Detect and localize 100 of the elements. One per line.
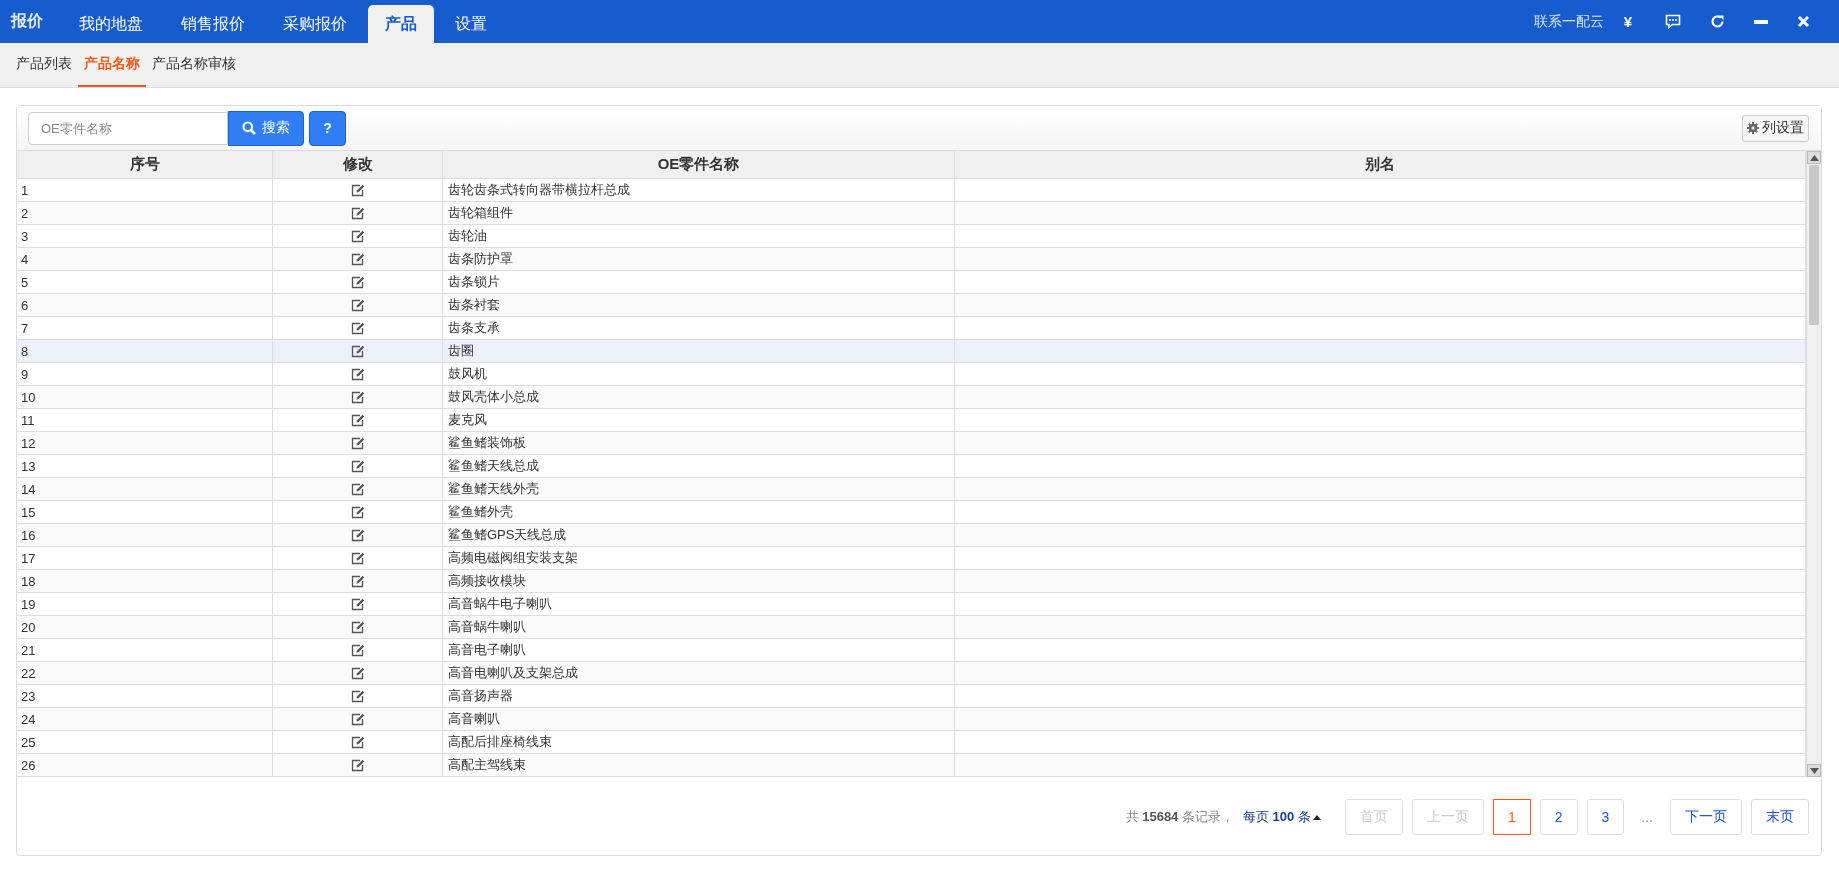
table-cell: 鲨鱼鳍天线总成 [443,455,955,477]
vertical-scrollbar[interactable] [1806,151,1821,777]
table-cell: 13 [17,455,273,477]
table-row[interactable]: 2 齿轮箱组件 [17,202,1806,225]
edit-icon[interactable] [350,206,365,220]
table-row[interactable]: 1 齿轮齿条式转向器带横拉杆总成 [17,179,1806,202]
edit-icon[interactable] [350,758,365,772]
help-button[interactable]: ? [309,110,346,146]
nav-tab[interactable]: 设置 [438,5,504,43]
table-row[interactable]: 5 齿条锁片 [17,271,1806,294]
nav-tab[interactable]: 销售报价 [164,5,262,43]
table-row[interactable]: 18 高频接收模块 [17,570,1806,593]
table-row[interactable]: 3 齿轮油 [17,225,1806,248]
table-cell: 5 [17,271,273,293]
table-cell: 高音电喇叭及支架总成 [443,662,955,684]
edit-icon[interactable] [350,574,365,588]
edit-icon[interactable] [350,712,365,726]
table-cell: 21 [17,639,273,661]
table-cell: 齿条锁片 [443,271,955,293]
table-row[interactable]: 11 麦克风 [17,409,1806,432]
table-row[interactable]: 17 高频电磁阀组安装支架 [17,547,1806,570]
table-cell: 14 [17,478,273,500]
table-row[interactable]: 13 鲨鱼鳍天线总成 [17,455,1806,478]
edit-icon[interactable] [350,551,365,565]
scrollbar-thumb[interactable] [1809,165,1819,325]
sub-tab[interactable]: 产品列表 [10,43,78,87]
edit-icon[interactable] [350,344,365,358]
table-row[interactable]: 26 高配主驾线束 [17,754,1806,777]
edit-icon[interactable] [350,505,365,519]
page-button[interactable]: 末页 [1751,799,1809,835]
table-cell: 鲨鱼鳍外壳 [443,501,955,523]
page-button[interactable]: 3 [1586,799,1625,835]
table-row[interactable]: 15 鲨鱼鳍外壳 [17,501,1806,524]
table-row[interactable]: 22 高音电喇叭及支架总成 [17,662,1806,685]
table-row[interactable]: 23 高音扬声器 [17,685,1806,708]
search-button[interactable]: 搜索 [228,110,304,146]
table-row[interactable]: 24 高音喇叭 [17,708,1806,731]
column-settings-button[interactable]: 列设置 [1742,114,1809,142]
table-cell: 高音喇叭 [443,708,955,730]
nav-tab[interactable]: 采购报价 [266,5,364,43]
nav-tab[interactable]: 产品 [368,5,434,43]
edit-icon[interactable] [350,597,365,611]
contact-link[interactable]: 联系一配云 [1533,12,1604,31]
edit-icon[interactable] [350,413,365,427]
table-row[interactable]: 10 鼓风壳体小总成 [17,386,1806,409]
table-cell: 鼓风机 [443,363,955,385]
edit-icon[interactable] [350,666,365,680]
table-row[interactable]: 16 鲨鱼鳍GPS天线总成 [17,524,1806,547]
table-row[interactable]: 19 高音蜗牛电子喇叭 [17,593,1806,616]
search-field[interactable]: OE零件名称 [28,111,228,145]
table-cell: 高音电子喇叭 [443,639,955,661]
table-row[interactable]: 7 齿条支承 [17,317,1806,340]
table-cell: 高音蜗牛电子喇叭 [443,593,955,615]
edit-icon[interactable] [350,252,365,266]
currency-button[interactable]: ¥ [1623,13,1632,30]
table-row[interactable]: 14 鲨鱼鳍天线外壳 [17,478,1806,501]
scroll-up-icon[interactable] [1807,151,1821,164]
edit-icon[interactable] [350,735,365,749]
edit-icon[interactable] [350,528,365,542]
edit-icon[interactable] [350,298,365,312]
table-cell: 齿轮箱组件 [443,202,955,224]
sub-tab[interactable]: 产品名称审核 [146,43,242,87]
chat-icon[interactable] [1665,14,1681,29]
edit-icon[interactable] [350,275,365,289]
edit-icon[interactable] [350,321,365,335]
table-row[interactable]: 6 齿条衬套 [17,294,1806,317]
edit-icon[interactable] [350,183,365,197]
edit-icon[interactable] [350,436,365,450]
edit-icon[interactable] [350,643,365,657]
edit-icon[interactable] [350,482,365,496]
edit-icon[interactable] [350,689,365,703]
edit-icon[interactable] [350,620,365,634]
search-icon [242,121,256,135]
nav-tab[interactable]: 我的地盘 [62,5,160,43]
table-cell: 1 [17,179,273,201]
page-size-dropdown[interactable]: 每页 100 条 [1243,808,1321,826]
scroll-down-icon[interactable] [1807,764,1821,777]
page-button[interactable]: 下一页 [1670,799,1742,835]
edit-icon[interactable] [350,459,365,473]
table-cell: 齿条支承 [443,317,955,339]
page-button[interactable]: 2 [1539,799,1578,835]
edit-icon[interactable] [350,367,365,381]
table-cell: 19 [17,593,273,615]
table-row[interactable]: 8 齿圈 [17,340,1806,363]
table-cell: 3 [17,225,273,247]
close-icon[interactable] [1797,15,1810,28]
table-row[interactable]: 20 高音蜗牛喇叭 [17,616,1806,639]
table-row[interactable]: 9 鼓风机 [17,363,1806,386]
minimize-icon[interactable] [1754,19,1768,24]
table-cell: 22 [17,662,273,684]
refresh-icon[interactable] [1710,14,1725,29]
table-row[interactable]: 21 高音电子喇叭 [17,639,1806,662]
gear-icon [1747,122,1759,134]
edit-icon[interactable] [350,390,365,404]
table-cell: 8 [17,340,273,362]
edit-icon[interactable] [350,229,365,243]
table-row[interactable]: 4 齿条防护罩 [17,248,1806,271]
table-cell: 高配主驾线束 [443,754,955,776]
table-row[interactable]: 25 高配后排座椅线束 [17,731,1806,754]
table-row[interactable]: 12 鲨鱼鳍装饰板 [17,432,1806,455]
